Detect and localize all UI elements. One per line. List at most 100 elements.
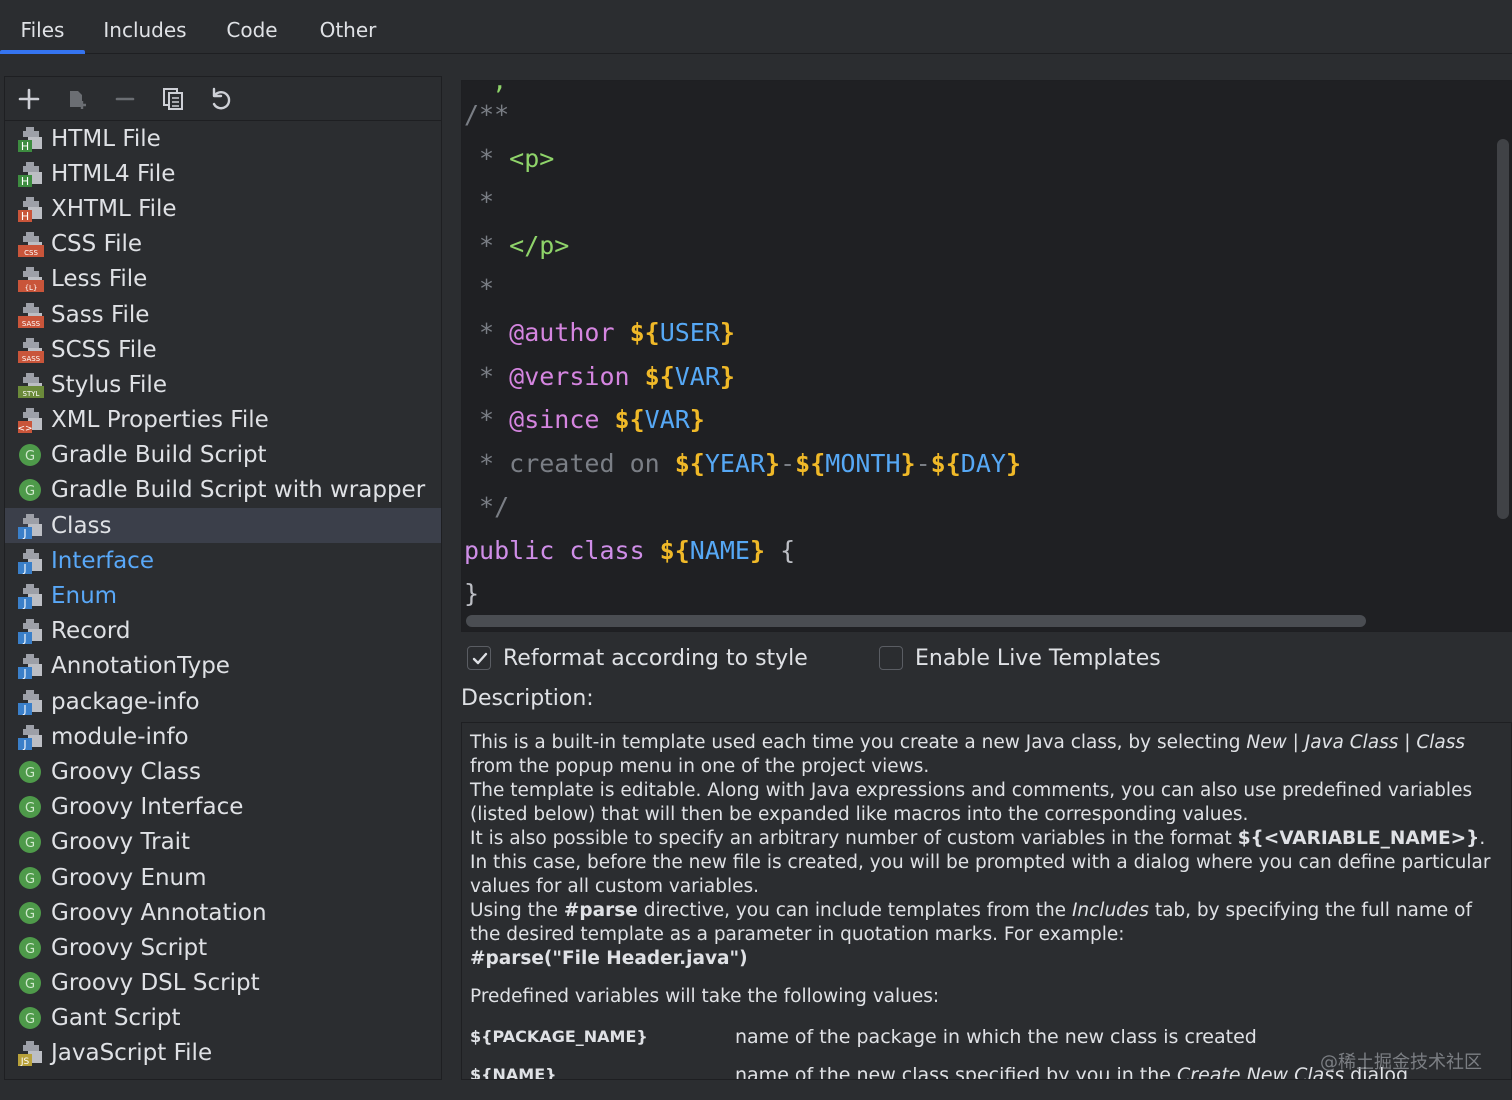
template-code-editor[interactable]: ‚ ˙ /** * <p> * * </p> * * @author ${USE… [461, 80, 1512, 632]
svg-text:G: G [25, 977, 35, 992]
xml-file-icon: <> [17, 406, 45, 434]
code-line: public class ${NAME} { [464, 533, 795, 569]
code-token: VAR [674, 362, 720, 391]
svg-text:SASS: SASS [22, 355, 41, 363]
template-list-item-label: JavaScript File [51, 1040, 213, 1067]
code-token: ${ [629, 318, 660, 347]
code-line: * @author ${USER} [464, 315, 735, 351]
template-list-item[interactable]: STYL Stylus File [5, 367, 441, 402]
copy-template-button[interactable] [61, 83, 93, 115]
tab-includes[interactable]: Includes [92, 0, 198, 54]
template-list-item[interactable]: G Groovy Class [5, 754, 441, 789]
java-package-icon: J [17, 688, 45, 716]
svg-text:J: J [22, 597, 26, 610]
variable-name: ${NAME} [470, 1065, 557, 1080]
template-list-item[interactable]: {L} Less File [5, 262, 441, 297]
code-token: @since [509, 405, 600, 434]
template-list-item[interactable]: G Groovy Trait [5, 825, 441, 860]
template-list-item-label: Interface [51, 547, 154, 574]
html4-file-icon: H [17, 160, 45, 188]
add-template-button[interactable] [13, 83, 45, 115]
svg-text:JS: JS [20, 1057, 30, 1067]
code-token: ${ [795, 449, 826, 478]
code-token: } [689, 405, 705, 434]
remove-template-button[interactable] [109, 83, 141, 115]
xhtml-file-icon: H [17, 195, 45, 223]
template-list-item[interactable]: G Gradle Build Script [5, 438, 441, 473]
template-list-item-label: Record [51, 618, 131, 645]
code-token: } [719, 318, 735, 347]
live-templates-label: Enable Live Templates [915, 645, 1161, 671]
code-line: */ [464, 489, 509, 525]
template-list-item[interactable]: CSS CSS File [5, 227, 441, 262]
template-list-item-label: Groovy Enum [51, 864, 207, 891]
template-list-item[interactable]: Jpackage-info [5, 684, 441, 719]
template-list-item[interactable]: J Class [5, 508, 441, 544]
template-list-item[interactable]: SASS SCSS File [5, 332, 441, 367]
template-list-item[interactable]: G Groovy Script [5, 930, 441, 965]
template-list-item[interactable]: G Gradle Build Script with wrapper [5, 473, 441, 508]
code-token: } [464, 579, 480, 608]
template-list-item-label: Groovy Annotation [51, 899, 267, 926]
svg-text:CSS: CSS [24, 249, 38, 257]
editor-horizontal-scrollbar[interactable] [466, 615, 1366, 627]
template-list-item-label: Class [51, 512, 112, 539]
code-line: * </p> [464, 228, 569, 264]
code-token: MONTH [825, 449, 901, 478]
live-templates-option[interactable]: Enable Live Templates [879, 643, 1161, 673]
reset-template-button[interactable] [205, 83, 237, 115]
template-list-item[interactable]: J AnnotationType [5, 649, 441, 684]
duplicate-template-button[interactable] [157, 83, 189, 115]
template-list-item-label: CSS File [51, 231, 143, 258]
template-list-item[interactable]: G Groovy Enum [5, 860, 441, 895]
template-list-item-label: XHTML File [51, 195, 177, 222]
copy-template-icon [70, 91, 86, 109]
template-list-item[interactable]: <> XML Properties File [5, 403, 441, 438]
java-annotation-icon: J [17, 652, 45, 680]
description-paragraph-2: The template is editable. Along with Jav… [470, 780, 1473, 825]
editor-vertical-scrollbar[interactable] [1497, 139, 1509, 519]
template-list-panel: H HTML File H HTML4 File H XHTML File CSS CSS F… [4, 76, 442, 1080]
svg-text:G: G [25, 449, 35, 464]
template-list-item[interactable]: JS JavaScript File [5, 1036, 441, 1071]
java-class-icon: J [17, 512, 45, 540]
template-toolbar [5, 77, 441, 121]
description-paragraph-6: Predefined variables will take the follo… [470, 986, 940, 1007]
template-list-item[interactable]: G Groovy Annotation [5, 895, 441, 930]
code-token: - [915, 449, 931, 478]
groovy-icon: G [17, 758, 45, 786]
template-list-item[interactable]: G Gant Script [5, 1001, 441, 1036]
live-templates-checkbox[interactable] [879, 646, 903, 670]
template-list-item-label: package-info [51, 688, 200, 715]
code-token: YEAR [704, 449, 766, 478]
groovy-icon: G [17, 1004, 45, 1032]
template-list-item[interactable]: J Interface [5, 543, 441, 578]
reformat-checkbox[interactable] [467, 646, 491, 670]
checkmark-icon [472, 652, 488, 665]
code-token: @author [509, 318, 615, 347]
tab-other[interactable]: Other [306, 0, 390, 54]
reformat-option[interactable]: Reformat according to style [467, 643, 808, 673]
variable-name: ${PACKAGE_NAME} [470, 1027, 648, 1046]
template-list-item[interactable]: SASS Sass File [5, 297, 441, 332]
template-list-item[interactable]: Jmodule-info [5, 719, 441, 754]
scss-file-icon: SASS [17, 336, 45, 364]
template-list-item[interactable]: H XHTML File [5, 191, 441, 226]
template-list-item[interactable]: H HTML4 File [5, 156, 441, 191]
svg-text:G: G [25, 907, 35, 922]
template-list-item[interactable]: J Record [5, 614, 441, 649]
tab-code[interactable]: Code [216, 0, 288, 54]
template-list-item[interactable]: G Groovy Interface [5, 790, 441, 825]
template-list-item-label: module-info [51, 723, 189, 750]
template-list-item[interactable]: H HTML File [5, 121, 441, 156]
stylus-file-icon: STYL [17, 371, 45, 399]
tab-files[interactable]: Files [0, 0, 85, 54]
java-enum-icon: J [17, 582, 45, 610]
template-list-item[interactable]: G Groovy DSL Script [5, 966, 441, 1001]
code-token: * created on [464, 449, 675, 478]
duplicate-icon [163, 88, 183, 110]
template-list-item[interactable]: J Enum [5, 578, 441, 613]
add-icon [18, 88, 40, 110]
code-line: /** [464, 97, 509, 133]
